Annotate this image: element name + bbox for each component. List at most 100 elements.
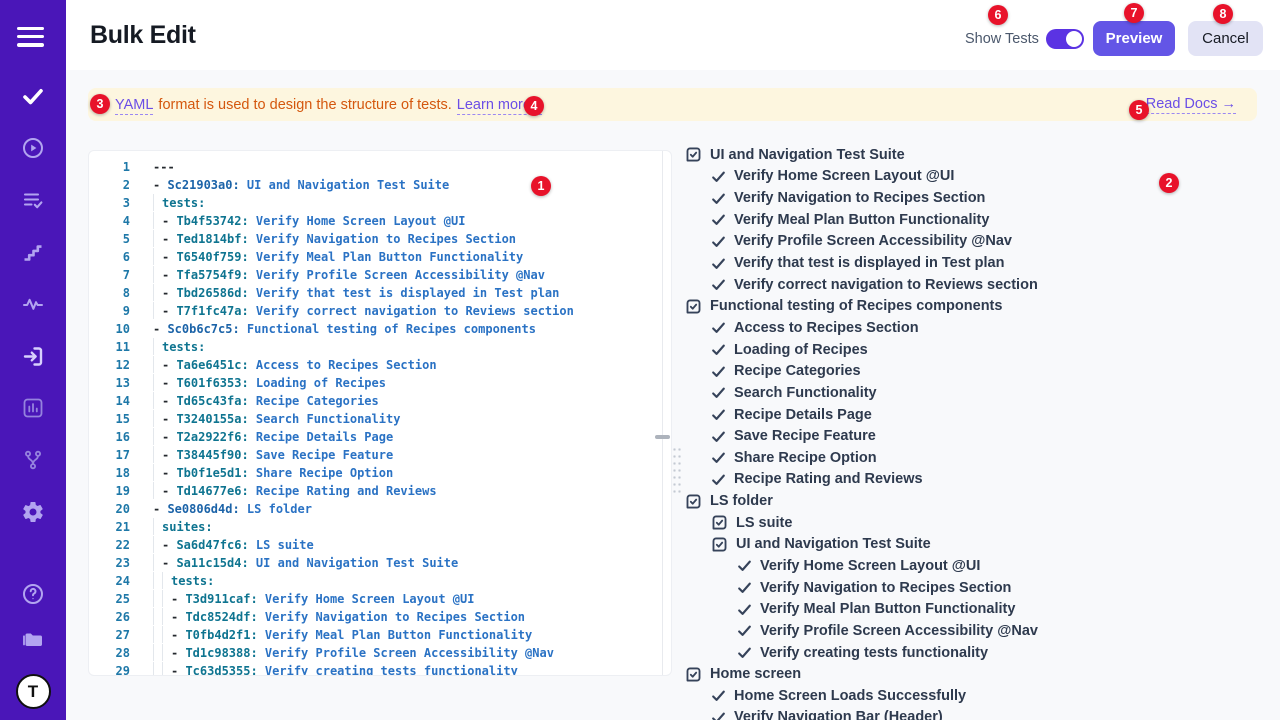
- editor-line[interactable]: tests:: [153, 194, 671, 212]
- hamburger-menu-icon[interactable]: [17, 27, 44, 52]
- editor-line[interactable]: - T38445f90: Save Recipe Feature: [153, 446, 671, 464]
- indent-guide: [153, 608, 162, 625]
- tree-test-item[interactable]: Recipe Details Page: [685, 404, 1270, 426]
- tree-test-item[interactable]: Save Recipe Feature: [685, 425, 1270, 447]
- editor-line[interactable]: - Tbd26586d: Verify that test is display…: [153, 284, 671, 302]
- tree-suite-item[interactable]: UI and Navigation Test Suite: [685, 534, 1270, 556]
- tree-test-item[interactable]: Recipe Categories: [685, 360, 1270, 382]
- editor-line[interactable]: tests:: [153, 338, 671, 356]
- tree-test-item[interactable]: Home Screen Loads Successfully: [685, 685, 1270, 707]
- editor-line[interactable]: - Sc0b6c7c5: Functional testing of Recip…: [153, 320, 671, 338]
- editor-line[interactable]: - Td65c43fa: Recipe Categories: [153, 392, 671, 410]
- panel-resize-handle[interactable]: [672, 446, 683, 494]
- read-docs-link[interactable]: Read Docs →: [1146, 96, 1236, 114]
- tree-test-item[interactable]: Access to Recipes Section: [685, 317, 1270, 339]
- tree-suite-item[interactable]: Functional testing of Recipes components: [685, 295, 1270, 317]
- editor-line[interactable]: ---: [153, 158, 671, 176]
- indent-guide: [153, 590, 162, 607]
- tree-test-item[interactable]: Verify Meal Plan Button Functionality: [685, 598, 1270, 620]
- cancel-button[interactable]: Cancel: [1188, 21, 1263, 56]
- tree-test-item[interactable]: Verify Navigation to Recipes Section: [685, 187, 1270, 209]
- editor-line[interactable]: - Tfa5754f9: Verify Profile Screen Acces…: [153, 266, 671, 284]
- indent-guide: [162, 608, 171, 625]
- tree-item-label: UI and Navigation Test Suite: [736, 536, 931, 552]
- tree-test-item[interactable]: Verify Profile Screen Accessibility @Nav: [685, 620, 1270, 642]
- tree-suite-item[interactable]: UI and Navigation Test Suite: [685, 144, 1270, 166]
- editor-line[interactable]: - Sa11c15d4: UI and Navigation Test Suit…: [153, 554, 671, 572]
- git-branch-icon[interactable]: [21, 448, 45, 472]
- show-tests-toggle[interactable]: [1046, 29, 1084, 49]
- indent-guide: [162, 662, 171, 676]
- editor-line[interactable]: - T0fb4d2f1: Verify Meal Plan Button Fun…: [153, 626, 671, 644]
- tree-test-item[interactable]: Verify Meal Plan Button Functionality: [685, 209, 1270, 231]
- editor-line[interactable]: - Sa6d47fc6: LS suite: [153, 536, 671, 554]
- avatar[interactable]: T: [16, 674, 51, 709]
- line-number: 26: [89, 608, 139, 626]
- editor-line[interactable]: - Tb0f1e5d1: Share Recipe Option: [153, 464, 671, 482]
- tree-test-item[interactable]: Verify correct navigation to Reviews sec…: [685, 274, 1270, 296]
- tree-test-item[interactable]: Loading of Recipes: [685, 339, 1270, 361]
- tree-test-item[interactable]: Search Functionality: [685, 382, 1270, 404]
- line-number: 24: [89, 572, 139, 590]
- list-check-icon[interactable]: [21, 188, 45, 212]
- help-icon[interactable]: [21, 582, 45, 606]
- yaml-editor[interactable]: 1234567891011121314151617181920212223242…: [88, 150, 672, 676]
- line-number: 27: [89, 626, 139, 644]
- tree-test-item[interactable]: Share Recipe Option: [685, 447, 1270, 469]
- editor-line[interactable]: suites:: [153, 518, 671, 536]
- annotation-badge-1: 1: [531, 176, 551, 196]
- play-circle-icon[interactable]: [21, 136, 45, 160]
- editor-line[interactable]: - Ted1814bf: Verify Navigation to Recipe…: [153, 230, 671, 248]
- tree-suite-item[interactable]: LS suite: [685, 512, 1270, 534]
- editor-line[interactable]: tests:: [153, 572, 671, 590]
- preview-button[interactable]: Preview: [1093, 21, 1175, 56]
- tree-item-label: Verify Profile Screen Accessibility @Nav: [760, 623, 1038, 639]
- line-number: 19: [89, 482, 139, 500]
- tree-test-item[interactable]: Verify Navigation Bar (Header): [685, 707, 1270, 720]
- tree-suite-item[interactable]: Home screen: [685, 663, 1270, 685]
- banner-text: format is used to design the structure o…: [158, 97, 451, 113]
- tree-test-item[interactable]: Verify creating tests functionality: [685, 642, 1270, 664]
- editor-line[interactable]: - T3d911caf: Verify Home Screen Layout @…: [153, 590, 671, 608]
- editor-line[interactable]: - Sc21903a0: UI and Navigation Test Suit…: [153, 176, 671, 194]
- editor-code-lines[interactable]: ---- Sc21903a0: UI and Navigation Test S…: [139, 151, 671, 675]
- editor-line[interactable]: - T601f6353: Loading of Recipes: [153, 374, 671, 392]
- tree-test-item[interactable]: Verify Home Screen Layout @UI: [685, 555, 1270, 577]
- line-number: 11: [89, 338, 139, 356]
- editor-line[interactable]: - Ta6e6451c: Access to Recipes Section: [153, 356, 671, 374]
- editor-line[interactable]: - Tc63d5355: Verify creating tests funct…: [153, 662, 671, 676]
- editor-line[interactable]: - T7f1fc47a: Verify correct navigation t…: [153, 302, 671, 320]
- editor-line[interactable]: - Tdc8524df: Verify Navigation to Recipe…: [153, 608, 671, 626]
- sign-in-icon[interactable]: [21, 344, 45, 368]
- bar-chart-icon[interactable]: [21, 396, 45, 420]
- tree-test-item[interactable]: Verify Home Screen Layout @UI: [685, 166, 1270, 188]
- editor-line[interactable]: - Se0806d4d: LS folder: [153, 500, 671, 518]
- tree-test-item[interactable]: Recipe Rating and Reviews: [685, 469, 1270, 491]
- yaml-link[interactable]: YAML: [115, 97, 153, 115]
- tree-item-label: Verify creating tests functionality: [760, 645, 988, 661]
- editor-line[interactable]: - Tb4f53742: Verify Home Screen Layout @…: [153, 212, 671, 230]
- folder-icon[interactable]: [21, 628, 45, 652]
- tree-test-item[interactable]: Verify Profile Screen Accessibility @Nav: [685, 231, 1270, 253]
- editor-line[interactable]: - T2a2922f6: Recipe Details Page: [153, 428, 671, 446]
- tree-suite-item[interactable]: LS folder: [685, 490, 1270, 512]
- line-number: 16: [89, 428, 139, 446]
- editor-line[interactable]: - T3240155a: Search Functionality: [153, 410, 671, 428]
- indent-guide: [153, 464, 162, 481]
- gear-icon[interactable]: [21, 500, 45, 524]
- check-icon: [711, 688, 726, 703]
- tree-test-item[interactable]: Verify Navigation to Recipes Section: [685, 577, 1270, 599]
- header: Bulk Edit Show Tests Preview Cancel: [66, 0, 1280, 70]
- check-icon[interactable]: [21, 84, 45, 108]
- indent-guide: [153, 482, 162, 499]
- tree-item-label: Loading of Recipes: [734, 342, 868, 358]
- editor-line[interactable]: - Td1c98388: Verify Profile Screen Acces…: [153, 644, 671, 662]
- tree-test-item[interactable]: Verify that test is displayed in Test pl…: [685, 252, 1270, 274]
- indent-guide: [162, 626, 171, 643]
- editor-line[interactable]: - T6540f759: Verify Meal Plan Button Fun…: [153, 248, 671, 266]
- editor-scrollbar-thumb[interactable]: [655, 435, 670, 439]
- editor-line[interactable]: - Td14677e6: Recipe Rating and Reviews: [153, 482, 671, 500]
- line-number: 12: [89, 356, 139, 374]
- steps-icon[interactable]: [21, 240, 45, 264]
- activity-icon[interactable]: [21, 292, 45, 316]
